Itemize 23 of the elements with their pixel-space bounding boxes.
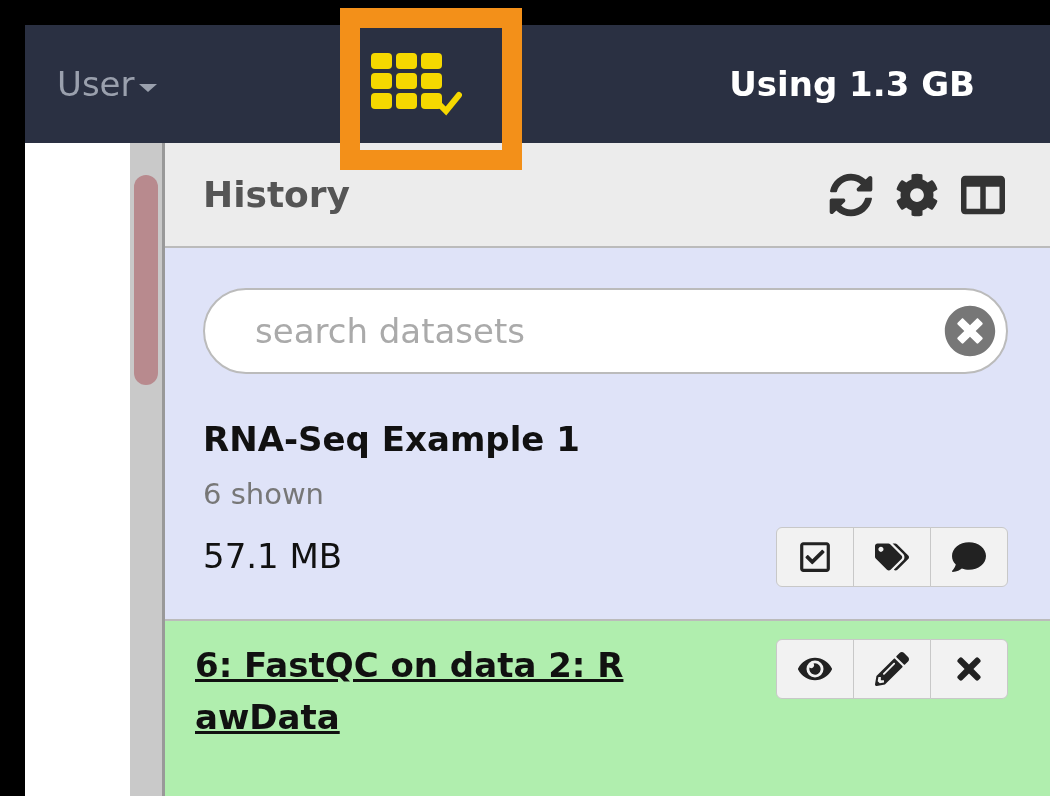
checkbox-icon [798,539,832,574]
scrollbar-thumb[interactable] [134,175,158,385]
search-input[interactable]: search datasets [255,305,944,357]
quota-usage: Using 1.3 GB [729,62,975,106]
refresh-icon[interactable] [829,172,873,217]
history-name: RNA-Seq Example 1 [203,418,581,461]
clear-search-icon[interactable] [944,305,996,357]
delete-button[interactable] [930,638,1008,699]
search-field[interactable]: search datasets [203,288,1008,374]
pencil-icon [875,651,909,686]
comment-icon [952,539,986,574]
view-button[interactable] [776,638,854,699]
user-menu[interactable]: User [57,58,157,110]
caret-icon [138,84,157,92]
edit-button[interactable] [853,638,931,699]
settings-icon[interactable] [895,172,939,217]
select-button[interactable] [776,526,854,587]
shown-count: 6 shown [203,476,325,513]
tags-button[interactable] [853,526,931,587]
history-size: 57.1 MB [203,535,343,578]
comment-button[interactable] [930,526,1008,587]
history-title: History [203,172,351,217]
dataset-title[interactable]: 6: FastQC on data 2: RawData [195,638,645,796]
